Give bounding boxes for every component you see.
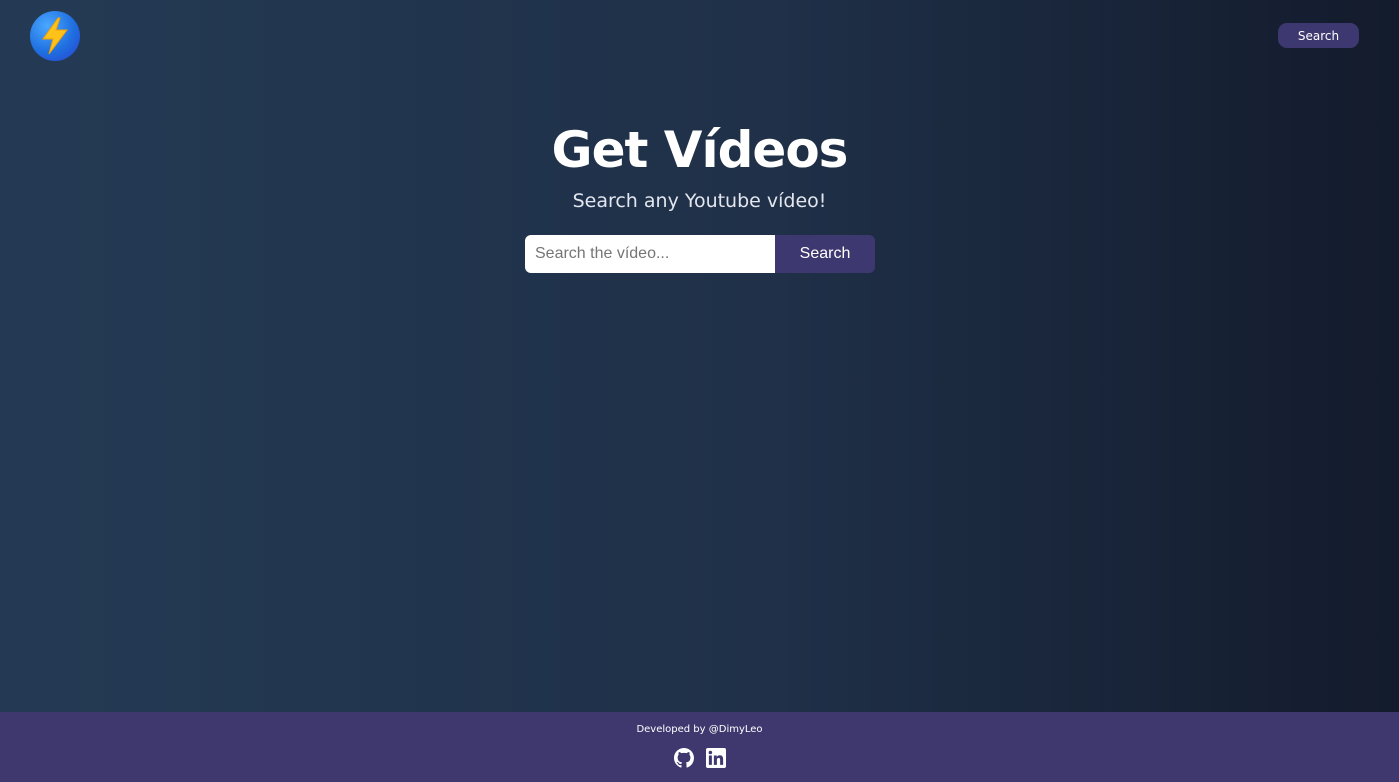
- footer-credit: Developed by @DimyLeo: [636, 724, 763, 735]
- linkedin-link[interactable]: [706, 748, 726, 768]
- nav-search-button[interactable]: Search: [1278, 23, 1359, 48]
- social-links: [674, 748, 726, 768]
- linkedin-icon: [706, 748, 726, 768]
- hero: Get Vídeos Search any Youtube vídeo!: [0, 118, 1399, 216]
- github-link[interactable]: [674, 748, 694, 768]
- search-button[interactable]: Search: [775, 235, 875, 273]
- github-icon: [674, 748, 694, 768]
- lightning-bolt-icon: [42, 17, 68, 55]
- logo[interactable]: [30, 11, 80, 61]
- search-input[interactable]: [525, 235, 775, 273]
- header: Search: [0, 0, 1399, 72]
- page-subtitle: Search any Youtube vídeo!: [572, 190, 827, 212]
- footer: Developed by @DimyLeo: [0, 712, 1399, 782]
- page-title: Get Vídeos: [551, 121, 849, 179]
- search-form: Search: [525, 235, 875, 273]
